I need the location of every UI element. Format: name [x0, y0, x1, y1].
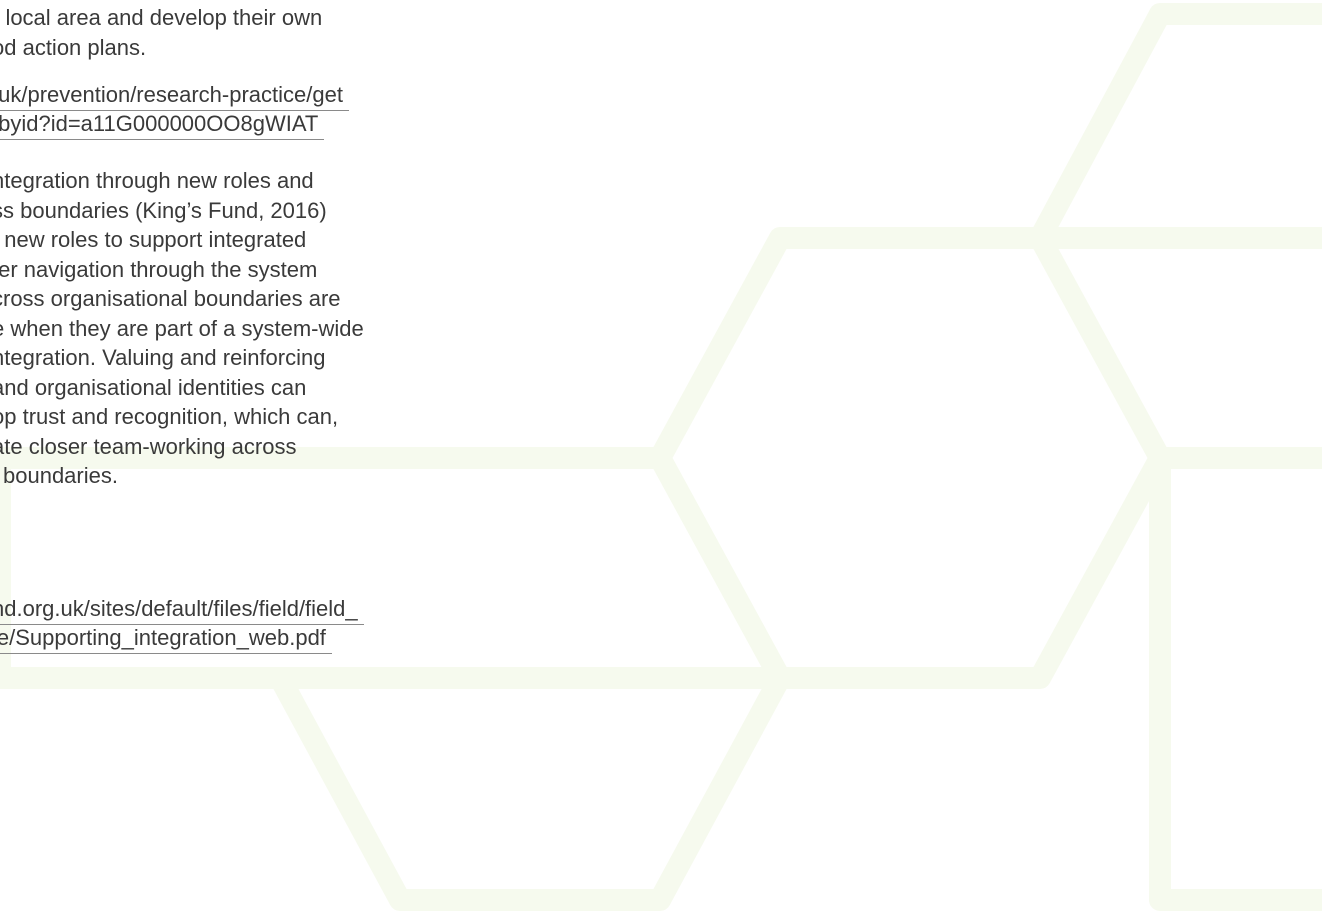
main-paragraph: ntegration through new roles and ss boun…	[0, 166, 492, 491]
text-line: l boundaries.	[0, 463, 118, 488]
link-line[interactable]: nd.org.uk/sites/default/files/field/fiel…	[0, 594, 364, 625]
text-line: ter navigation through the system	[0, 256, 318, 282]
text-line: cross organisational boundaries are	[0, 286, 341, 311]
text-line: and organisational identities can	[0, 374, 307, 400]
link-line[interactable]: le/Supporting_integration_web.pdf	[0, 623, 364, 654]
text-line: od action plans.	[0, 34, 147, 60]
text-line: ntegration through new roles and	[0, 168, 314, 193]
intro-paragraph: r local area and develop their own od ac…	[0, 3, 492, 62]
link-line[interactable]: tbyid?id=a11G000000OO8gWIAT	[0, 109, 349, 140]
text-line: e when they are part of a system-wide	[0, 315, 364, 341]
text-line: ss boundaries (King’s Fund, 2016)	[0, 197, 327, 223]
text-line: op trust and recognition, which can,	[0, 404, 339, 429]
text-line: r local area and develop their own	[0, 5, 323, 30]
text-line: ntegration. Valuing and reinforcing	[0, 345, 326, 370]
link-line[interactable]: .uk/prevention/research-practice/get	[0, 80, 349, 111]
text-line: t new roles to support integrated	[0, 227, 307, 252]
reference-link-2[interactable]: nd.org.uk/sites/default/files/field/fiel…	[0, 594, 364, 654]
reference-link-1[interactable]: .uk/prevention/research-practice/get tby…	[0, 80, 349, 140]
document-page: r local area and develop their own od ac…	[0, 0, 1322, 917]
text-line: ate closer team-working across	[0, 433, 297, 459]
